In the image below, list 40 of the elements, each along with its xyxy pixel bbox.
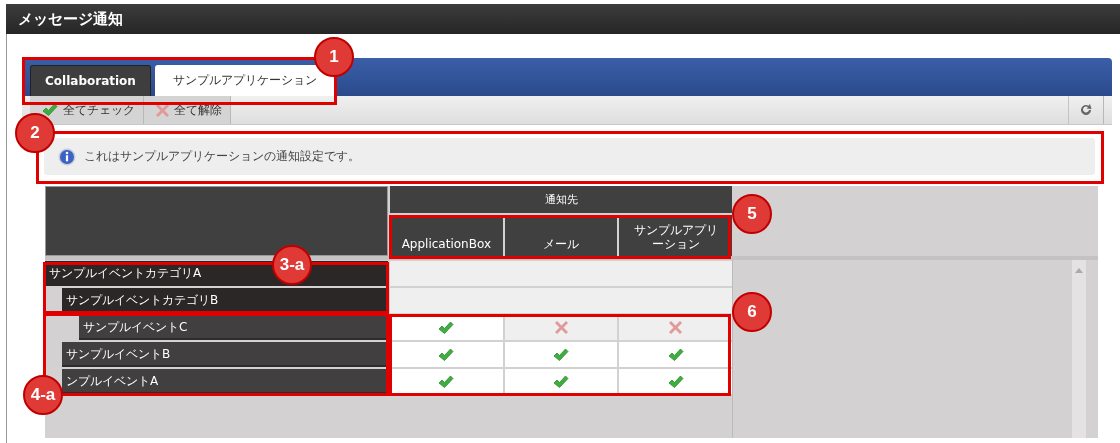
info-text: これはサンプルアプリケーションの通知設定です。 <box>84 148 360 165</box>
cross-icon <box>554 321 568 334</box>
toggle-cell[interactable] <box>504 342 618 367</box>
check-icon <box>667 374 684 389</box>
category-label: サンプルイベントカテゴリB <box>62 288 388 313</box>
event-label: サンプルイベントB <box>62 342 388 367</box>
event-label: ンプルイベントA <box>62 369 388 394</box>
callout-badge: 2 <box>15 113 55 153</box>
column-header-text: メール <box>543 237 579 251</box>
callout-badge: 1 <box>314 37 354 77</box>
toggle-cell[interactable] <box>619 342 732 367</box>
check-icon <box>553 374 569 389</box>
refresh-button[interactable] <box>1068 96 1104 124</box>
toggle-cell[interactable] <box>390 369 503 394</box>
check-icon <box>438 374 455 389</box>
info-icon <box>58 147 76 166</box>
toggle-cell[interactable] <box>390 342 503 367</box>
column-group-header: 通知先 <box>390 186 732 213</box>
column-header-text: ApplicationBox <box>401 237 491 251</box>
check-icon <box>42 103 58 117</box>
check-icon <box>438 320 455 335</box>
cross-icon <box>669 321 683 334</box>
scrollbar[interactable] <box>1072 260 1086 438</box>
cross-icon <box>156 103 169 117</box>
column-header-text: ーション <box>651 237 700 251</box>
toggle-cell[interactable] <box>619 369 732 394</box>
column-header-text: サンプルアプリ <box>633 223 718 237</box>
toggle-cell[interactable] <box>504 369 618 394</box>
check-icon <box>667 347 684 362</box>
tab[interactable]: サンプルアプリケーション <box>154 65 335 96</box>
window-title: メッセージ通知 <box>6 4 1120 34</box>
refresh-icon <box>1079 103 1093 117</box>
tab[interactable]: Collaboration <box>30 65 151 96</box>
toggle-cell[interactable] <box>504 315 618 340</box>
event-label: サンプルイベントC <box>79 315 388 340</box>
check-icon <box>553 347 569 362</box>
toggle-cell[interactable] <box>619 315 732 340</box>
callout-badge: 4-a <box>23 375 63 415</box>
toggle-cell[interactable] <box>390 315 503 340</box>
check-icon <box>438 347 455 362</box>
